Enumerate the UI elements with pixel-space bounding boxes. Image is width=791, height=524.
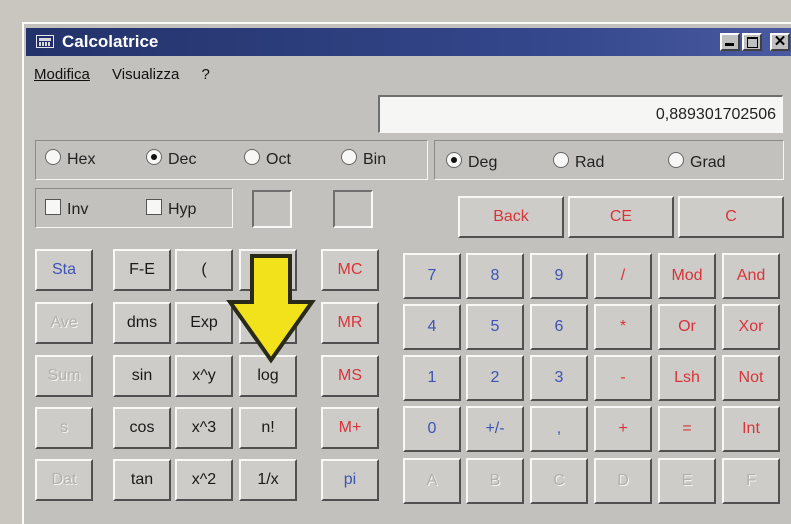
- hex-f-button[interactable]: F: [722, 458, 780, 504]
- parenthesis-indicator: [333, 190, 373, 228]
- f-e-button[interactable]: F-E: [113, 249, 171, 291]
- decimal-button[interactable]: ,: [530, 406, 588, 452]
- tan-button[interactable]: tan: [113, 459, 171, 501]
- hex-d-button[interactable]: D: [594, 458, 652, 504]
- radio-deg-label: Deg: [468, 154, 498, 171]
- checkbox-hyp[interactable]: Hyp: [146, 199, 196, 219]
- digit-5-button[interactable]: 5: [466, 304, 524, 350]
- title-bar[interactable]: Calcolatrice ✕: [26, 28, 791, 56]
- radio-oct-indicator: [244, 149, 260, 165]
- digit-9-button[interactable]: 9: [530, 253, 588, 299]
- dat-button[interactable]: Dat: [35, 459, 93, 501]
- menu-modifica[interactable]: Modifica: [34, 66, 90, 83]
- m-plus-button[interactable]: M+: [321, 407, 379, 449]
- radio-grad[interactable]: Grad: [668, 152, 726, 172]
- checkbox-inv-label: Inv: [67, 201, 89, 218]
- radio-rad-label: Rad: [575, 154, 605, 171]
- divide-button[interactable]: /: [594, 253, 652, 299]
- radio-bin-label: Bin: [363, 151, 387, 168]
- maximize-button[interactable]: [742, 33, 762, 51]
- factorial-button[interactable]: n!: [239, 407, 297, 449]
- radio-deg[interactable]: Deg: [446, 152, 497, 172]
- menu-help[interactable]: ?: [201, 66, 209, 83]
- checkbox-hyp-box: [146, 199, 162, 215]
- checkbox-inv[interactable]: Inv: [45, 199, 88, 219]
- radio-oct-label: Oct: [266, 151, 291, 168]
- digit-8-button[interactable]: 8: [466, 253, 524, 299]
- and-button[interactable]: And: [722, 253, 780, 299]
- radio-dec-indicator: [146, 149, 162, 165]
- xor-button[interactable]: Xor: [722, 304, 780, 350]
- int-button[interactable]: Int: [722, 406, 780, 452]
- radio-rad-indicator: [553, 152, 569, 168]
- radio-oct[interactable]: Oct: [244, 149, 291, 169]
- digit-4-button[interactable]: 4: [403, 304, 461, 350]
- mr-button[interactable]: MR: [321, 302, 379, 344]
- add-button[interactable]: +: [594, 406, 652, 452]
- hex-c-button[interactable]: C: [530, 458, 588, 504]
- mod-button[interactable]: Mod: [658, 253, 716, 299]
- digit-0-button[interactable]: 0: [403, 406, 461, 452]
- radio-bin[interactable]: Bin: [341, 149, 386, 169]
- pi-button[interactable]: pi: [321, 459, 379, 501]
- checkbox-inv-box: [45, 199, 61, 215]
- digit-1-button[interactable]: 1: [403, 355, 461, 401]
- s-button[interactable]: s: [35, 407, 93, 449]
- radio-hex-indicator: [45, 149, 61, 165]
- sum-button[interactable]: Sum: [35, 355, 93, 397]
- ave-button[interactable]: Ave: [35, 302, 93, 344]
- minimize-button[interactable]: [720, 33, 740, 51]
- result-display: 0,889301702506: [378, 95, 783, 133]
- c-button[interactable]: C: [678, 196, 784, 238]
- down-arrow-icon: [226, 254, 316, 364]
- radio-deg-indicator: [446, 152, 462, 168]
- ms-button[interactable]: MS: [321, 355, 379, 397]
- equals-button[interactable]: =: [658, 406, 716, 452]
- sin-button[interactable]: sin: [113, 355, 171, 397]
- menu-visualizza[interactable]: Visualizza: [112, 66, 179, 83]
- radio-dec-label: Dec: [168, 151, 197, 168]
- digit-6-button[interactable]: 6: [530, 304, 588, 350]
- radio-rad[interactable]: Rad: [553, 152, 604, 172]
- not-button[interactable]: Not: [722, 355, 780, 401]
- digit-3-button[interactable]: 3: [530, 355, 588, 401]
- x-square-button[interactable]: x^2: [175, 459, 233, 501]
- cos-button[interactable]: cos: [113, 407, 171, 449]
- digit-2-button[interactable]: 2: [466, 355, 524, 401]
- radio-hex[interactable]: Hex: [45, 149, 95, 169]
- back-button[interactable]: Back: [458, 196, 564, 238]
- hex-e-button[interactable]: E: [658, 458, 716, 504]
- radio-dec[interactable]: Dec: [146, 149, 196, 169]
- window-title: Calcolatrice: [62, 32, 159, 51]
- radio-bin-indicator: [341, 149, 357, 165]
- digit-7-button[interactable]: 7: [403, 253, 461, 299]
- plus-minus-button[interactable]: +/-: [466, 406, 524, 452]
- subtract-button[interactable]: -: [594, 355, 652, 401]
- hex-a-button[interactable]: A: [403, 458, 461, 504]
- menu-bar: Modifica Visualizza ?: [34, 66, 228, 83]
- x-cube-button[interactable]: x^3: [175, 407, 233, 449]
- dms-button[interactable]: dms: [113, 302, 171, 344]
- radio-hex-label: Hex: [67, 151, 96, 168]
- mc-button[interactable]: MC: [321, 249, 379, 291]
- calculator-app-icon[interactable]: [36, 35, 54, 48]
- hex-b-button[interactable]: B: [466, 458, 524, 504]
- radio-grad-label: Grad: [690, 154, 726, 171]
- ce-button[interactable]: CE: [568, 196, 674, 238]
- close-button[interactable]: ✕: [770, 33, 790, 51]
- or-button[interactable]: Or: [658, 304, 716, 350]
- memory-indicator: [252, 190, 292, 228]
- sta-button[interactable]: Sta: [35, 249, 93, 291]
- multiply-button[interactable]: *: [594, 304, 652, 350]
- radio-grad-indicator: [668, 152, 684, 168]
- checkbox-hyp-label: Hyp: [168, 201, 197, 218]
- lsh-button[interactable]: Lsh: [658, 355, 716, 401]
- reciprocal-button[interactable]: 1/x: [239, 459, 297, 501]
